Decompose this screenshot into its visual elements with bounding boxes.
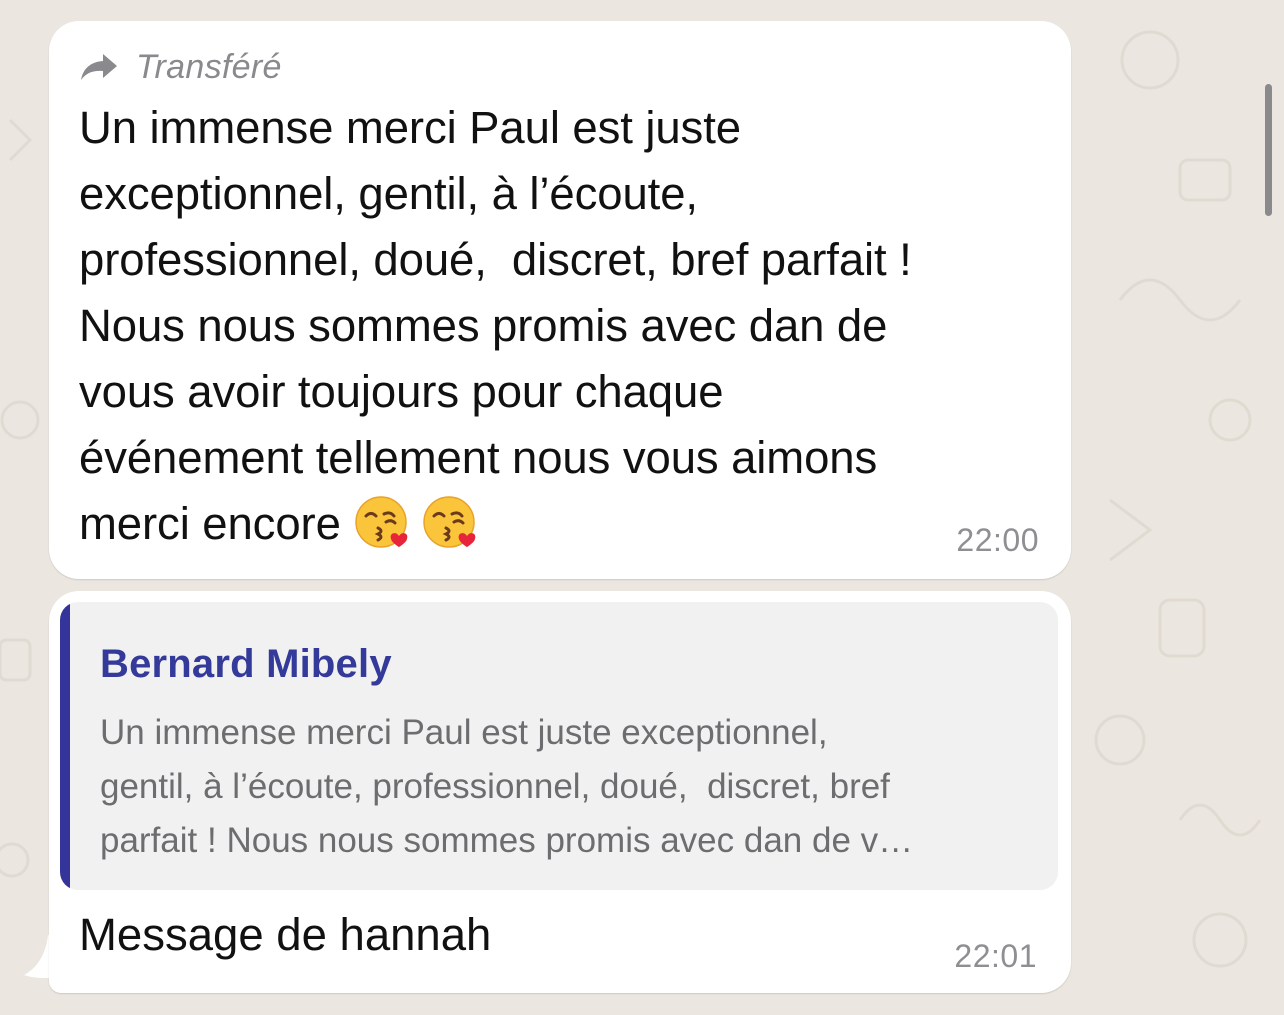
message-timestamp: 22:00: [956, 522, 1039, 558]
quoted-message[interactable]: Bernard Mibely Un immense merci Paul est…: [60, 602, 1058, 890]
quoted-author: Bernard Mibely: [100, 642, 392, 686]
forwarded-header: Transféré: [79, 47, 282, 87]
message-body: Un immense merci Paul est juste exceptio…: [79, 102, 912, 549]
forwarded-label: Transféré: [136, 47, 282, 86]
message-text: Un immense merci Paul est juste exceptio…: [79, 95, 1049, 557]
forwarded-message-bubble[interactable]: Transféré Un immense merci Paul est just…: [49, 21, 1071, 579]
reply-message-bubble[interactable]: Bernard Mibely Un immense merci Paul est…: [49, 591, 1071, 993]
kissing-face-heart-emoji: [423, 496, 476, 548]
kissing-face-heart-emoji: [355, 496, 408, 548]
message-text: Message de hannah: [79, 909, 492, 960]
message-timestamp: 22:01: [954, 938, 1037, 974]
scrollbar[interactable]: [1265, 84, 1272, 216]
quoted-text: Un immense merci Paul est juste exceptio…: [100, 713, 914, 860]
quote-accent-bar: [60, 602, 70, 890]
forward-arrow-icon: [81, 54, 117, 80]
